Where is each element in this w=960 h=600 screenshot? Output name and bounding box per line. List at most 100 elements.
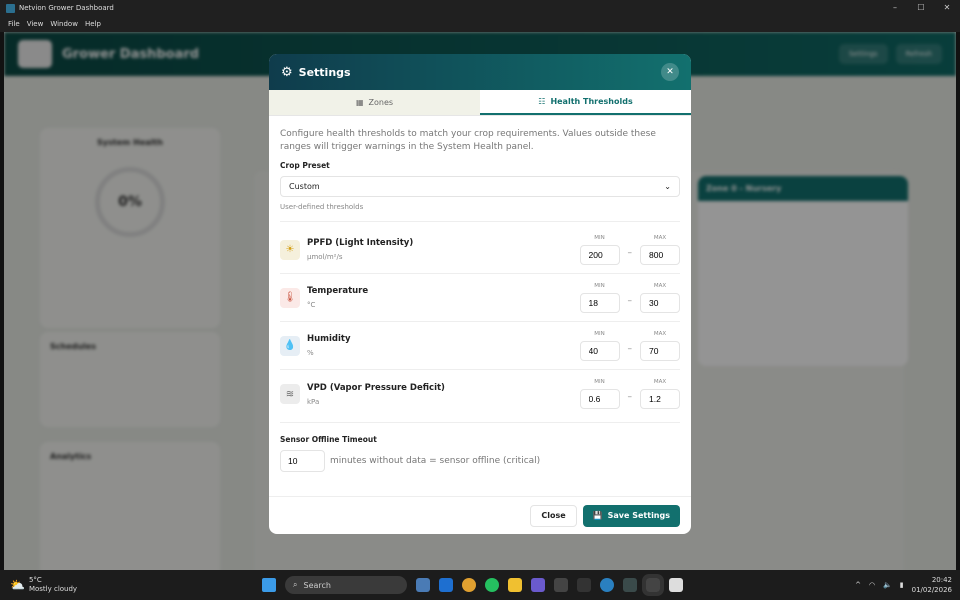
threshold-unit: µmol/m²/s bbox=[307, 253, 343, 261]
wind-icon: ≋ bbox=[280, 384, 300, 404]
min-input[interactable] bbox=[579, 389, 620, 409]
gear-icon: ⚙ bbox=[281, 64, 293, 80]
min-label: MIN bbox=[594, 330, 605, 337]
divider bbox=[280, 221, 680, 222]
menu-help[interactable]: Help bbox=[85, 20, 101, 28]
threshold-row: ≋ VPD (Vapor Pressure Deficit) kPa MIN –… bbox=[280, 370, 680, 418]
app-icon[interactable] bbox=[600, 578, 614, 592]
teams-icon[interactable] bbox=[531, 578, 545, 592]
max-label: MAX bbox=[653, 282, 667, 289]
min-input[interactable] bbox=[579, 340, 620, 361]
description: Configure health thresholds to match you… bbox=[280, 129, 656, 152]
min-input[interactable] bbox=[579, 244, 620, 265]
threshold-row: 🌡 Temperature °C MIN – MAX bbox=[280, 274, 680, 322]
app-icon[interactable] bbox=[669, 578, 683, 592]
threshold-name: PPFD (Light Intensity) bbox=[307, 238, 414, 248]
wifi-icon[interactable]: ◠ bbox=[869, 581, 875, 589]
terminal-icon[interactable] bbox=[554, 578, 568, 592]
close-icon[interactable]: ✕ bbox=[661, 63, 679, 81]
taskbar-search[interactable]: ⌕ Search bbox=[285, 576, 407, 594]
max-input[interactable] bbox=[640, 292, 680, 313]
max-input[interactable] bbox=[640, 340, 680, 361]
search-icon: ⌕ bbox=[293, 580, 298, 589]
time: 20:42 bbox=[931, 576, 952, 584]
app-icon[interactable] bbox=[623, 578, 637, 592]
save-label: Save Settings bbox=[607, 511, 670, 520]
max-label: MAX bbox=[653, 330, 667, 337]
app-logo-icon bbox=[6, 3, 15, 13]
weather-widget[interactable]: ⛅ 5°C Mostly cloudy bbox=[10, 576, 77, 594]
min-label: MIN bbox=[594, 234, 605, 241]
volume-icon[interactable]: 🔈 bbox=[883, 581, 892, 589]
crop-preset-hint: User-defined thresholds bbox=[280, 203, 364, 211]
close-button[interactable]: Close bbox=[530, 504, 577, 527]
min-label: MIN bbox=[594, 379, 605, 385]
cloud-icon: ⛅ bbox=[10, 577, 25, 592]
divider bbox=[280, 422, 680, 423]
crop-preset-value: Custom bbox=[289, 182, 320, 191]
threshold-unit: kPa bbox=[307, 397, 320, 406]
chrome-icon[interactable] bbox=[462, 578, 476, 592]
menu-bar: File View Window Help bbox=[0, 16, 960, 32]
threshold-unit: °C bbox=[307, 301, 316, 309]
tab-zones[interactable]: ▦ Zones bbox=[269, 90, 480, 115]
menu-file[interactable]: File bbox=[8, 20, 20, 28]
title-bar: Netvion Grower Dashboard – ☐ ✕ bbox=[0, 0, 960, 16]
timeout-input[interactable] bbox=[280, 450, 325, 472]
clock[interactable]: 20:42 01/02/2026 bbox=[912, 575, 952, 595]
max-input[interactable] bbox=[640, 389, 680, 409]
minimize-button[interactable]: – bbox=[882, 0, 908, 16]
outlook-icon[interactable] bbox=[439, 578, 453, 592]
app-icon[interactable] bbox=[577, 578, 591, 592]
netvion-icon[interactable] bbox=[642, 574, 664, 596]
timeout-label: Sensor Offline Timeout bbox=[280, 435, 377, 444]
tab-health-thresholds[interactable]: ☷ Health Thresholds bbox=[480, 90, 691, 115]
sun-icon: ☀ bbox=[280, 239, 300, 260]
start-icon[interactable] bbox=[262, 578, 276, 592]
battery-icon[interactable]: ▮ bbox=[900, 581, 904, 589]
tab-label: Health Thresholds bbox=[550, 97, 633, 106]
threshold-name: Temperature bbox=[307, 286, 369, 296]
threshold-row: 💧 Humidity % MIN – MAX bbox=[280, 322, 680, 370]
close-window-button[interactable]: ✕ bbox=[934, 0, 960, 16]
menu-view[interactable]: View bbox=[27, 20, 44, 28]
maximize-button[interactable]: ☐ bbox=[908, 0, 934, 16]
droplet-icon: 💧 bbox=[280, 335, 300, 356]
file-explorer-icon[interactable] bbox=[508, 578, 522, 592]
min-input[interactable] bbox=[579, 292, 620, 313]
settings-modal: ⚙ Settings ✕ ▦ Zones ☷ Health Thresholds C… bbox=[269, 54, 691, 534]
temperature: 5°C bbox=[28, 576, 42, 584]
search-label: Search bbox=[303, 580, 331, 590]
modal-title: Settings bbox=[298, 65, 351, 79]
taskbar: ⛅ 5°C Mostly cloudy ⌕ Search ^ ◠ 🔈 ▮ 20:42… bbox=[0, 570, 960, 600]
range-separator: – bbox=[627, 343, 633, 354]
grid-icon: ▦ bbox=[355, 98, 364, 107]
sliders-icon: ☷ bbox=[538, 97, 546, 106]
save-settings-button[interactable]: 💾 Save Settings bbox=[582, 504, 680, 527]
chevron-down-icon: ⌄ bbox=[664, 182, 671, 191]
chevron-up-icon[interactable]: ^ bbox=[855, 581, 861, 589]
crop-preset-select[interactable]: Custom ⌄ bbox=[280, 176, 680, 197]
max-label: MAX bbox=[653, 379, 667, 385]
whatsapp-icon[interactable] bbox=[485, 578, 499, 592]
window-title: Netvion Grower Dashboard bbox=[19, 4, 114, 12]
threshold-name: VPD (Vapor Pressure Deficit) bbox=[307, 382, 445, 393]
tab-label: Zones bbox=[368, 98, 394, 107]
range-separator: – bbox=[627, 247, 633, 258]
timeout-suffix: minutes without data = sensor offline (c… bbox=[330, 456, 541, 466]
save-icon: 💾 bbox=[592, 511, 603, 520]
max-input[interactable] bbox=[640, 244, 680, 265]
threshold-unit: % bbox=[307, 349, 314, 357]
date: 01/02/2026 bbox=[911, 586, 952, 594]
weather-text: Mostly cloudy bbox=[28, 585, 78, 593]
thermometer-icon: 🌡 bbox=[280, 287, 300, 308]
threshold-name: Humidity bbox=[307, 334, 351, 344]
min-label: MIN bbox=[594, 282, 605, 289]
crop-preset-label: Crop Preset bbox=[280, 161, 330, 170]
threshold-row: ☀ PPFD (Light Intensity) µmol/m²/s MIN –… bbox=[280, 226, 680, 274]
range-separator: – bbox=[627, 392, 633, 402]
max-label: MAX bbox=[653, 234, 667, 241]
range-separator: – bbox=[627, 295, 633, 306]
app-icon[interactable] bbox=[416, 578, 430, 592]
menu-window[interactable]: Window bbox=[50, 20, 78, 28]
